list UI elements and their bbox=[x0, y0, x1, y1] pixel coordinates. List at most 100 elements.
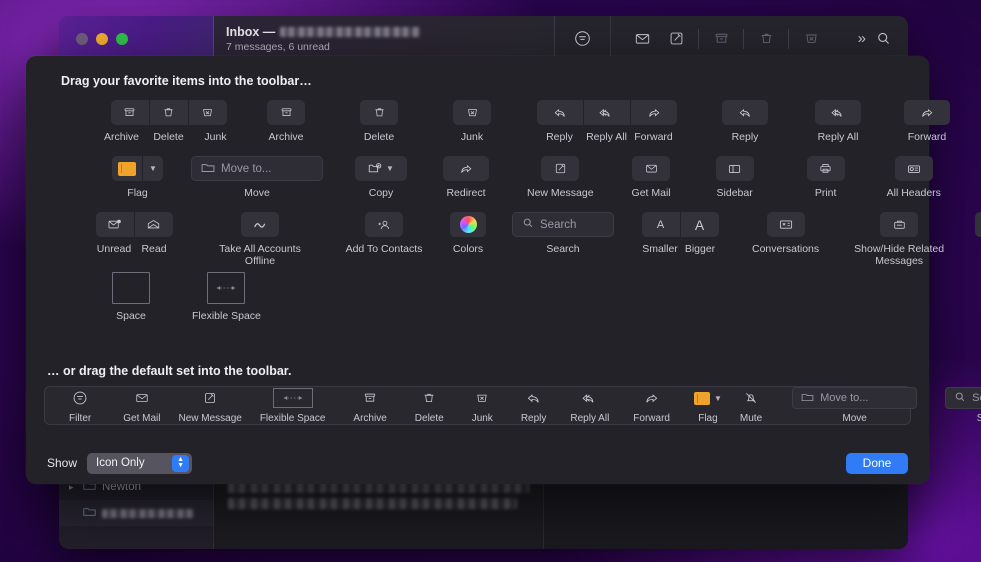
space-icon[interactable] bbox=[112, 272, 150, 304]
forward-icon[interactable] bbox=[904, 100, 950, 125]
default-item-mute[interactable]: Mute bbox=[740, 387, 762, 424]
get-mail-button[interactable] bbox=[625, 25, 659, 53]
add-contact-icon[interactable] bbox=[365, 212, 403, 237]
palette-item-mute[interactable]: Mute bbox=[975, 212, 981, 255]
default-item-reply[interactable]: Reply bbox=[521, 387, 547, 424]
offline-icon[interactable] bbox=[241, 212, 279, 237]
palette-item-label: Get Mail bbox=[632, 187, 671, 199]
redirect-icon[interactable] bbox=[443, 156, 489, 181]
sidebar-icon[interactable] bbox=[716, 156, 754, 181]
flexible-space-icon[interactable] bbox=[207, 272, 245, 304]
palette-item-delete[interactable]: Delete bbox=[360, 100, 398, 143]
reply-all-icon[interactable] bbox=[584, 100, 630, 125]
palette-item-copy[interactable]: ▼ Copy bbox=[355, 156, 407, 199]
palette-item-search[interactable]: Search Search bbox=[512, 212, 614, 255]
default-item-new-message[interactable]: New Message bbox=[178, 387, 241, 424]
reply-icon[interactable] bbox=[722, 100, 768, 125]
done-button[interactable]: Done bbox=[846, 453, 908, 474]
palette-item-archive-group[interactable]: Archive Delete Junk bbox=[98, 100, 239, 143]
archive-button[interactable] bbox=[704, 25, 738, 53]
show-mode-select[interactable]: Icon Only ▲▼ bbox=[87, 453, 192, 474]
palette-item-move[interactable]: Move to... Move bbox=[191, 156, 323, 199]
toolbar-actions bbox=[611, 16, 838, 61]
reply-icon[interactable] bbox=[537, 100, 583, 125]
move-to-field[interactable]: Move to... bbox=[191, 156, 323, 181]
palette-item-print[interactable]: Print bbox=[807, 156, 845, 199]
delete-button[interactable] bbox=[749, 25, 783, 53]
archive-icon[interactable] bbox=[111, 100, 149, 125]
read-icon[interactable] bbox=[135, 212, 173, 237]
delete-icon[interactable] bbox=[360, 100, 398, 125]
junk-icon[interactable] bbox=[189, 100, 227, 125]
mute-icon[interactable] bbox=[975, 212, 981, 237]
junk-button[interactable] bbox=[794, 25, 828, 53]
palette-item-get-mail[interactable]: Get Mail bbox=[632, 156, 671, 199]
new-message-button[interactable] bbox=[659, 25, 693, 53]
palette-item-redirect[interactable]: Redirect bbox=[443, 156, 489, 199]
search-input[interactable]: Search bbox=[512, 212, 614, 237]
search-icon[interactable] bbox=[874, 25, 892, 53]
default-item-flag[interactable]: ▼ Flag bbox=[694, 387, 722, 424]
chevron-updown-icon[interactable]: ▲▼ bbox=[172, 455, 189, 472]
palette-item-reply-group[interactable]: Reply Reply All Forward bbox=[536, 100, 677, 143]
default-item-archive[interactable]: Archive bbox=[353, 387, 386, 424]
palette-item-colors[interactable]: Colors bbox=[450, 212, 486, 255]
default-item-search[interactable]: Search Search bbox=[945, 387, 981, 424]
search-input[interactable]: Search bbox=[945, 387, 981, 409]
default-item-delete[interactable]: Delete bbox=[415, 387, 444, 424]
palette-item-flexible-space[interactable]: Flexible Space bbox=[192, 272, 261, 322]
palette-item-forward[interactable]: Forward bbox=[904, 100, 950, 143]
get-mail-icon[interactable] bbox=[632, 156, 670, 181]
print-icon[interactable] bbox=[807, 156, 845, 181]
sidebar-item-redacted[interactable] bbox=[59, 500, 213, 526]
overflow-icon[interactable]: » bbox=[858, 30, 864, 47]
junk-icon[interactable] bbox=[453, 100, 491, 125]
delete-icon[interactable] bbox=[150, 100, 188, 125]
palette-item-flag[interactable]: ▼ Flag bbox=[112, 156, 163, 199]
palette-item-take-offline[interactable]: Take All Accounts Offline bbox=[204, 212, 316, 267]
default-item-filter[interactable]: Filter bbox=[69, 387, 91, 424]
chevron-down-icon[interactable]: ▼ bbox=[714, 394, 722, 403]
filter-button[interactable] bbox=[555, 16, 611, 61]
default-item-reply-all[interactable]: Reply All bbox=[570, 387, 609, 424]
palette-item-conversations[interactable]: Conversations bbox=[752, 212, 819, 255]
default-item-flexible-space[interactable]: Flexible Space bbox=[260, 387, 326, 424]
palette-item-sidebar[interactable]: Sidebar bbox=[716, 156, 754, 199]
palette-item-all-headers[interactable]: All Headers bbox=[887, 156, 941, 199]
palette-item-font-size-group[interactable]: A A Smaller Bigger bbox=[640, 212, 720, 255]
palette-item-add-to-contacts[interactable]: Add To Contacts bbox=[330, 212, 438, 255]
text-smaller-icon[interactable]: A bbox=[642, 212, 680, 237]
palette-item-new-message[interactable]: New Message bbox=[527, 156, 594, 199]
palette-item-reply-all[interactable]: Reply All bbox=[815, 100, 861, 143]
palette-item-related-messages[interactable]: Show/Hide Related Messages bbox=[847, 212, 951, 267]
new-message-icon[interactable] bbox=[541, 156, 579, 181]
default-item-move[interactable]: Move to... Move bbox=[792, 387, 917, 424]
default-item-forward[interactable]: Forward bbox=[633, 387, 670, 424]
text-bigger-icon[interactable]: A bbox=[681, 212, 719, 237]
color-wheel-icon[interactable] bbox=[450, 212, 486, 237]
zoom-window-button[interactable] bbox=[116, 33, 128, 45]
default-toolbar-set[interactable]: Filter Get Mail New Message Flexible Spa… bbox=[44, 386, 911, 425]
chevron-down-icon[interactable]: ▼ bbox=[143, 156, 163, 181]
default-item-get-mail[interactable]: Get Mail bbox=[123, 387, 160, 424]
forward-icon[interactable] bbox=[631, 100, 677, 125]
all-headers-icon[interactable] bbox=[895, 156, 933, 181]
move-to-field[interactable]: Move to... bbox=[792, 387, 917, 409]
toolbar-divider bbox=[743, 29, 744, 49]
palette-item-space[interactable]: Space bbox=[112, 272, 150, 322]
reply-group bbox=[537, 100, 677, 125]
palette-item-archive[interactable]: Archive bbox=[267, 100, 305, 143]
flag-icon[interactable] bbox=[112, 156, 142, 181]
archive-icon[interactable] bbox=[267, 100, 305, 125]
related-messages-icon[interactable] bbox=[880, 212, 918, 237]
close-window-button[interactable] bbox=[76, 33, 88, 45]
palette-item-junk[interactable]: Junk bbox=[453, 100, 491, 143]
copy-icon[interactable]: ▼ bbox=[355, 156, 407, 181]
palette-item-reply[interactable]: Reply bbox=[722, 100, 768, 143]
unread-icon[interactable] bbox=[96, 212, 134, 237]
minimize-window-button[interactable] bbox=[96, 33, 108, 45]
conversations-icon[interactable] bbox=[767, 212, 805, 237]
default-item-junk[interactable]: Junk bbox=[472, 387, 493, 424]
palette-item-unread-read-group[interactable]: Unread Read bbox=[94, 212, 174, 255]
reply-all-icon[interactable] bbox=[815, 100, 861, 125]
